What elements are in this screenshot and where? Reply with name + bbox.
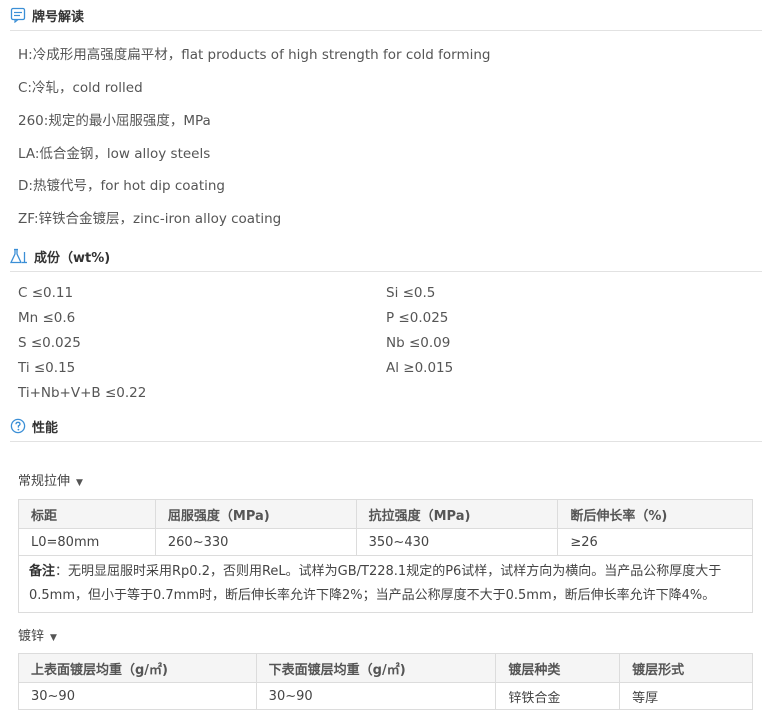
- properties-section-header: 性能: [10, 413, 762, 442]
- table-header-row: 标距 屈服强度（MPa) 抗拉强度（MPa) 断后伸长率（%): [18, 499, 753, 529]
- coating-label: 镀锌: [18, 629, 45, 644]
- designation-line-zf: ZF:锌铁合金镀层，zinc-iron alloy coating: [18, 211, 282, 227]
- designation-line-c: C:冷轧，cold rolled: [18, 80, 143, 96]
- column-header: 标距: [18, 499, 156, 529]
- document-icon: [10, 7, 26, 24]
- composition-item: P ≤0.025: [386, 310, 449, 326]
- designation-line-h: H:冷成形用高强度扁平材，flat products of high stren…: [18, 47, 491, 63]
- note-label: 备注: [29, 564, 56, 579]
- tensile-table: 标距 屈服强度（MPa) 抗拉强度（MPa) 断后伸长率（%) L0=80mm …: [18, 499, 753, 613]
- table-cell: 等厚: [619, 682, 753, 710]
- composition-item: C ≤0.11: [18, 285, 74, 301]
- composition-section-header: 成份（wt%): [9, 243, 762, 272]
- table-header-row: 上表面镀层均重（g/㎡) 下表面镀层均重（g/㎡) 镀层种类 镀层形式: [18, 653, 753, 683]
- table-cell: L0=80mm: [18, 528, 156, 556]
- composition-title: 成份（wt%): [34, 251, 111, 266]
- column-header: 镀层种类: [495, 653, 621, 683]
- designation-section-header: 牌号解读: [10, 2, 762, 31]
- composition-item: Si ≤0.5: [386, 285, 436, 301]
- note-text: ：无明显屈服时采用Rp0.2，否则用ReL。试样为GB/T228.1规定的P6试…: [29, 564, 722, 603]
- column-header: 抗拉强度（MPa): [355, 499, 559, 529]
- column-header: 镀层形式: [619, 653, 753, 683]
- designation-line-260: 260:规定的最小屈服强度，MPa: [18, 113, 211, 129]
- column-header: 断后伸长率（%): [557, 499, 753, 529]
- note-cell: 备注：无明显屈服时采用Rp0.2，否则用ReL。试样为GB/T228.1规定的P…: [18, 555, 753, 613]
- table-cell: 260~330: [154, 528, 357, 556]
- table-row: L0=80mm 260~330 350~430 ≥26: [18, 528, 753, 556]
- caret-down-icon: ▼: [50, 633, 57, 643]
- composition-item: Al ≥0.015: [386, 360, 454, 376]
- table-cell: 30~90: [255, 682, 497, 710]
- coating-toggle[interactable]: 镀锌 ▼: [18, 625, 57, 644]
- table-row: 30~90 30~90 锌铁合金 等厚: [18, 682, 753, 710]
- help-icon: [10, 418, 26, 434]
- designation-line-la: LA:低合金钢，low alloy steels: [18, 146, 211, 162]
- column-header: 下表面镀层均重（g/㎡): [255, 653, 497, 683]
- coating-table: 上表面镀层均重（g/㎡) 下表面镀层均重（g/㎡) 镀层种类 镀层形式 30~9…: [18, 653, 753, 710]
- designation-title: 牌号解读: [32, 10, 85, 25]
- properties-title: 性能: [32, 421, 59, 436]
- table-cell: 30~90: [18, 682, 257, 710]
- composition-item: S ≤0.025: [18, 335, 81, 351]
- composition-item: Ti+Nb+V+B ≤0.22: [18, 385, 147, 401]
- table-cell: ≥26: [557, 528, 753, 556]
- tensile-toggle[interactable]: 常规拉伸 ▼: [18, 470, 83, 489]
- table-cell: 350~430: [355, 528, 559, 556]
- flask-icon: [9, 248, 27, 264]
- tensile-label: 常规拉伸: [18, 474, 71, 489]
- designation-line-d: D:热镀代号，for hot dip coating: [18, 178, 226, 194]
- note-row: 备注：无明显屈服时采用Rp0.2，否则用ReL。试样为GB/T228.1规定的P…: [18, 555, 753, 613]
- column-header: 上表面镀层均重（g/㎡): [18, 653, 257, 683]
- composition-item: Mn ≤0.6: [18, 310, 76, 326]
- caret-down-icon: ▼: [76, 478, 83, 488]
- table-cell: 锌铁合金: [495, 682, 621, 710]
- composition-item: Nb ≤0.09: [386, 335, 451, 351]
- composition-item: Ti ≤0.15: [18, 360, 76, 376]
- column-header: 屈服强度（MPa): [154, 499, 357, 529]
